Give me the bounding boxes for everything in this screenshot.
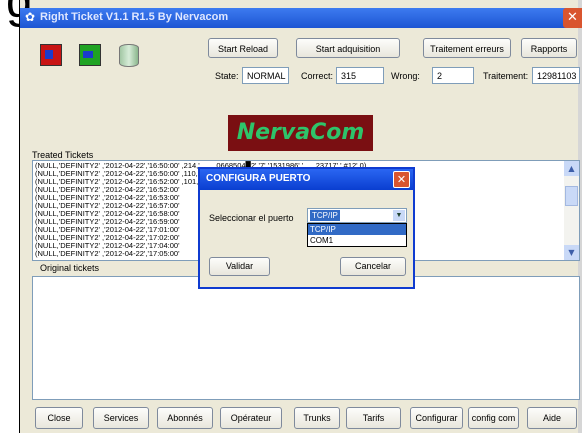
rapports-button[interactable]: Rapports bbox=[521, 38, 577, 58]
traitement-field: 12981103 bbox=[532, 67, 580, 84]
window-close-button[interactable]: ✕ bbox=[563, 8, 582, 28]
aide-button[interactable]: Aide bbox=[527, 407, 577, 429]
treated-scrollbar[interactable]: ▲ ▼ bbox=[564, 161, 579, 260]
title-bar: ✿ Right Ticket V1.1 R1.5 By Nervacom bbox=[20, 8, 582, 28]
treated-tickets-label: Treated Tickets bbox=[32, 150, 94, 160]
correct-label: Correct: bbox=[301, 71, 334, 81]
port-select[interactable]: TCP/IP ▼ bbox=[307, 208, 407, 223]
stop-icon bbox=[45, 50, 53, 59]
original-tickets-label: Original tickets bbox=[40, 263, 100, 273]
dialog-title-bar: CONFIGURA PUERTO bbox=[200, 169, 413, 190]
stop-icon-button[interactable] bbox=[40, 44, 62, 66]
cancelar-button[interactable]: Cancelar bbox=[340, 257, 406, 276]
nervacom-logo: NervaCom bbox=[228, 115, 373, 151]
dialog-title: CONFIGURA PUERTO bbox=[206, 173, 311, 184]
port-select-label: Seleccionar el puerto bbox=[209, 213, 294, 223]
traitement-erreurs-button[interactable]: Traitement erreurs bbox=[423, 38, 511, 58]
original-tickets-area[interactable] bbox=[32, 276, 580, 400]
config-com-button[interactable]: config com bbox=[468, 407, 519, 429]
port-option-com1[interactable]: COM1 bbox=[308, 235, 406, 246]
state-label: State: bbox=[215, 71, 239, 81]
configura-puerto-dialog: CONFIGURA PUERTO ✕ Seleccionar el puerto… bbox=[198, 167, 415, 289]
port-option-tcpip[interactable]: TCP/IP bbox=[308, 224, 406, 235]
ticket-line: (NULL,'DEFINITY2' ,'2012-04-22','17:05:0… bbox=[35, 249, 180, 258]
services-button[interactable]: Services bbox=[93, 407, 149, 429]
scroll-down-icon[interactable]: ▼ bbox=[564, 245, 579, 260]
start-reload-button[interactable]: Start Reload bbox=[208, 38, 278, 58]
operateur-button[interactable]: Opérateur bbox=[220, 407, 282, 429]
dialog-close-button[interactable]: ✕ bbox=[393, 171, 410, 188]
start-adquisition-button[interactable]: Start adquisition bbox=[296, 38, 400, 58]
left-border bbox=[0, 0, 20, 433]
chevron-down-icon[interactable]: ▼ bbox=[393, 210, 405, 221]
tarifs-button[interactable]: Tarifs bbox=[346, 407, 401, 429]
close-button[interactable]: Close bbox=[35, 407, 83, 429]
wrong-field: 2 bbox=[432, 67, 474, 84]
validar-button[interactable]: Validar bbox=[209, 257, 270, 276]
window-title: Right Ticket V1.1 R1.5 By Nervacom bbox=[40, 11, 229, 23]
wrong-label: Wrong: bbox=[391, 71, 420, 81]
state-field: NORMAL bbox=[242, 67, 289, 84]
port-dropdown-list[interactable]: TCP/IP COM1 bbox=[307, 223, 407, 247]
trunks-button[interactable]: Trunks bbox=[294, 407, 340, 429]
correct-field: 315 bbox=[336, 67, 384, 84]
connect-icon-button[interactable] bbox=[79, 44, 101, 66]
app-icon: ✿ bbox=[25, 10, 36, 24]
database-icon-button[interactable] bbox=[119, 44, 139, 67]
plug-icon bbox=[83, 51, 93, 58]
configurar-button[interactable]: Configurar bbox=[410, 407, 463, 429]
abonnes-button[interactable]: Abonnés bbox=[157, 407, 213, 429]
port-select-value: TCP/IP bbox=[310, 210, 340, 221]
scroll-up-icon[interactable]: ▲ bbox=[564, 161, 579, 176]
traitement-label: Traitement: bbox=[483, 71, 529, 81]
scroll-thumb[interactable] bbox=[565, 186, 578, 206]
